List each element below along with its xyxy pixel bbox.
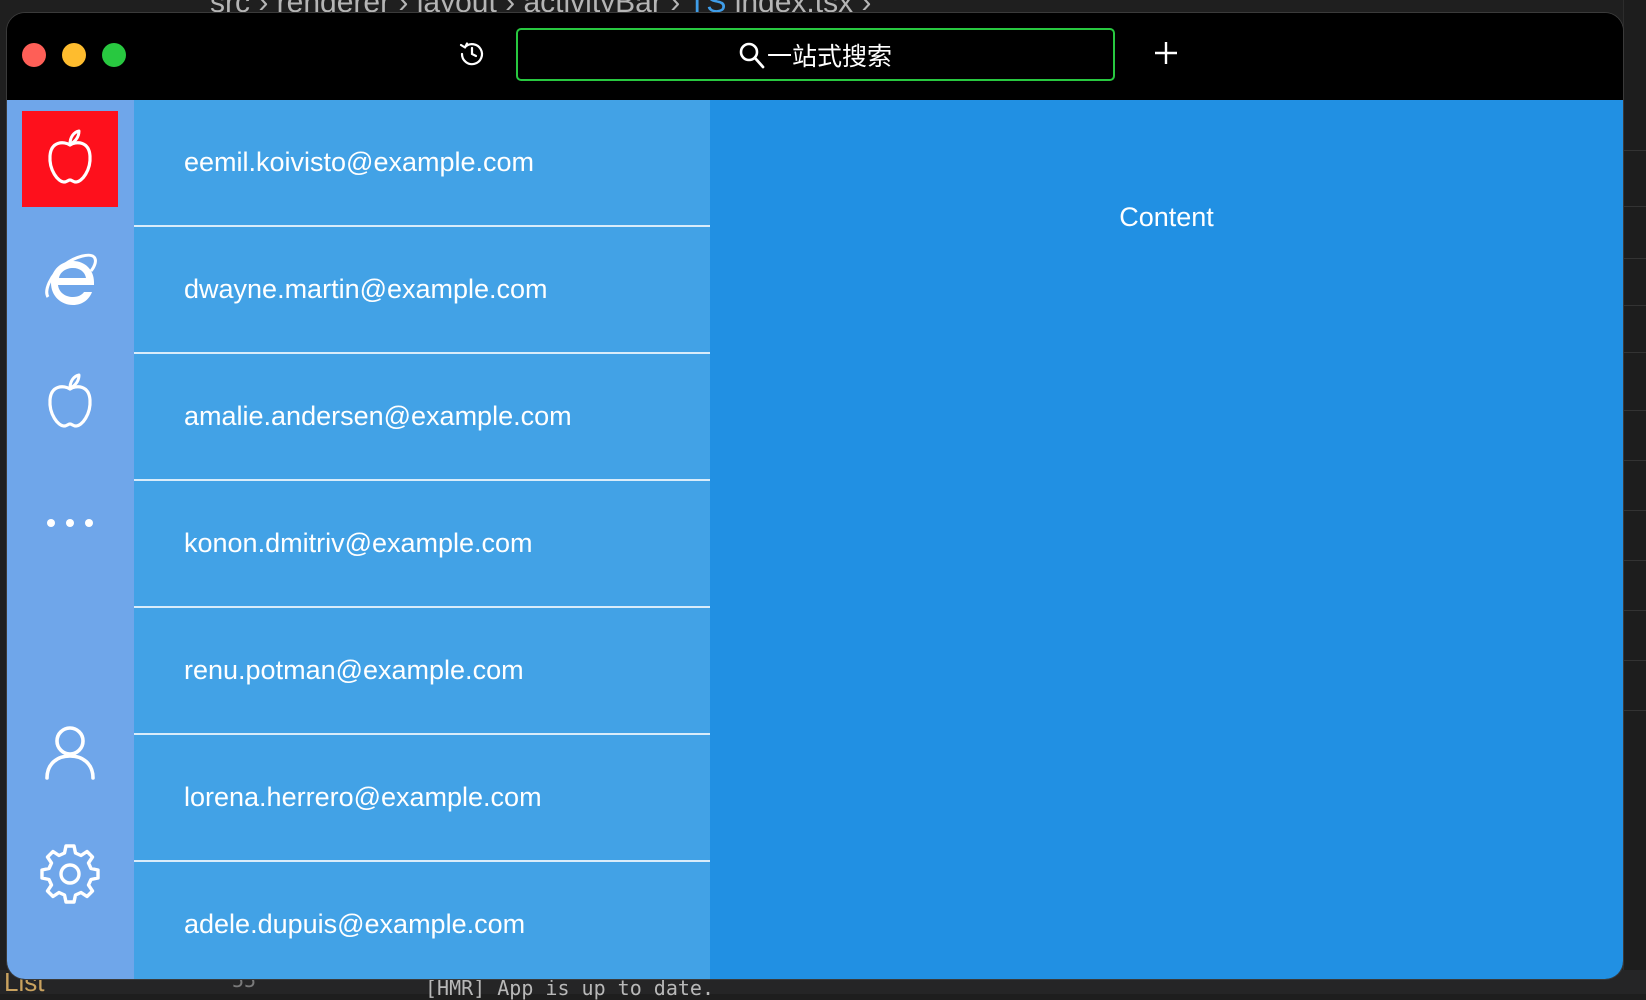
email-list: eemil.koivisto@example.com dwayne.martin… [134, 100, 710, 979]
more-icon [45, 516, 95, 534]
list-item[interactable]: renu.potman@example.com [134, 608, 710, 735]
content-label: Content [1119, 202, 1214, 232]
plus-icon [1153, 40, 1179, 71]
search-icon [739, 41, 765, 69]
activity-item-user[interactable] [22, 706, 118, 802]
list-item-label: adele.dupuis@example.com [184, 909, 526, 939]
list-item[interactable]: eemil.koivisto@example.com [134, 100, 710, 227]
list-item[interactable]: lorena.herrero@example.com [134, 735, 710, 862]
activity-item-apple[interactable] [22, 355, 118, 451]
activity-item-more[interactable] [22, 477, 118, 573]
activity-bar [7, 100, 134, 979]
content-pane: Content [710, 100, 1623, 979]
list-item[interactable]: konon.dmitriv@example.com [134, 481, 710, 608]
list-item-label: konon.dmitriv@example.com [184, 528, 533, 558]
list-item-label: renu.potman@example.com [184, 655, 524, 685]
list-item[interactable]: amalie.andersen@example.com [134, 354, 710, 481]
apple-icon [45, 372, 95, 435]
activity-item-apple-active[interactable] [22, 111, 118, 207]
list-item-label: amalie.andersen@example.com [184, 401, 572, 431]
search-bar[interactable]: 一站式搜索 [516, 28, 1115, 81]
history-button[interactable] [455, 39, 489, 73]
window-minimize-button[interactable] [62, 43, 86, 67]
gear-icon [40, 843, 100, 909]
status-message: [HMR] App is up to date. [425, 976, 714, 1000]
list-item-label: dwayne.martin@example.com [184, 274, 548, 304]
window-maximize-button[interactable] [102, 43, 126, 67]
history-icon [457, 39, 487, 74]
window-close-button[interactable] [22, 43, 46, 67]
apple-icon [45, 128, 95, 191]
activity-item-settings[interactable] [22, 828, 118, 924]
activity-item-internet-explorer[interactable] [22, 233, 118, 329]
background-right-gutter [1623, 0, 1646, 994]
list-item[interactable]: dwayne.martin@example.com [134, 227, 710, 354]
internet-explorer-icon [42, 251, 98, 312]
list-item-label: lorena.herrero@example.com [184, 782, 542, 812]
search-label: 一站式搜索 [766, 41, 892, 71]
list-item-label: eemil.koivisto@example.com [184, 147, 535, 177]
titlebar: 一站式搜索 [7, 13, 1623, 100]
list-item[interactable]: adele.dupuis@example.com [134, 862, 710, 979]
add-button[interactable] [1148, 37, 1184, 73]
user-icon [43, 724, 97, 785]
app-window: 一站式搜索 eemil.koivisto@example.com dwayne.… [7, 13, 1623, 979]
